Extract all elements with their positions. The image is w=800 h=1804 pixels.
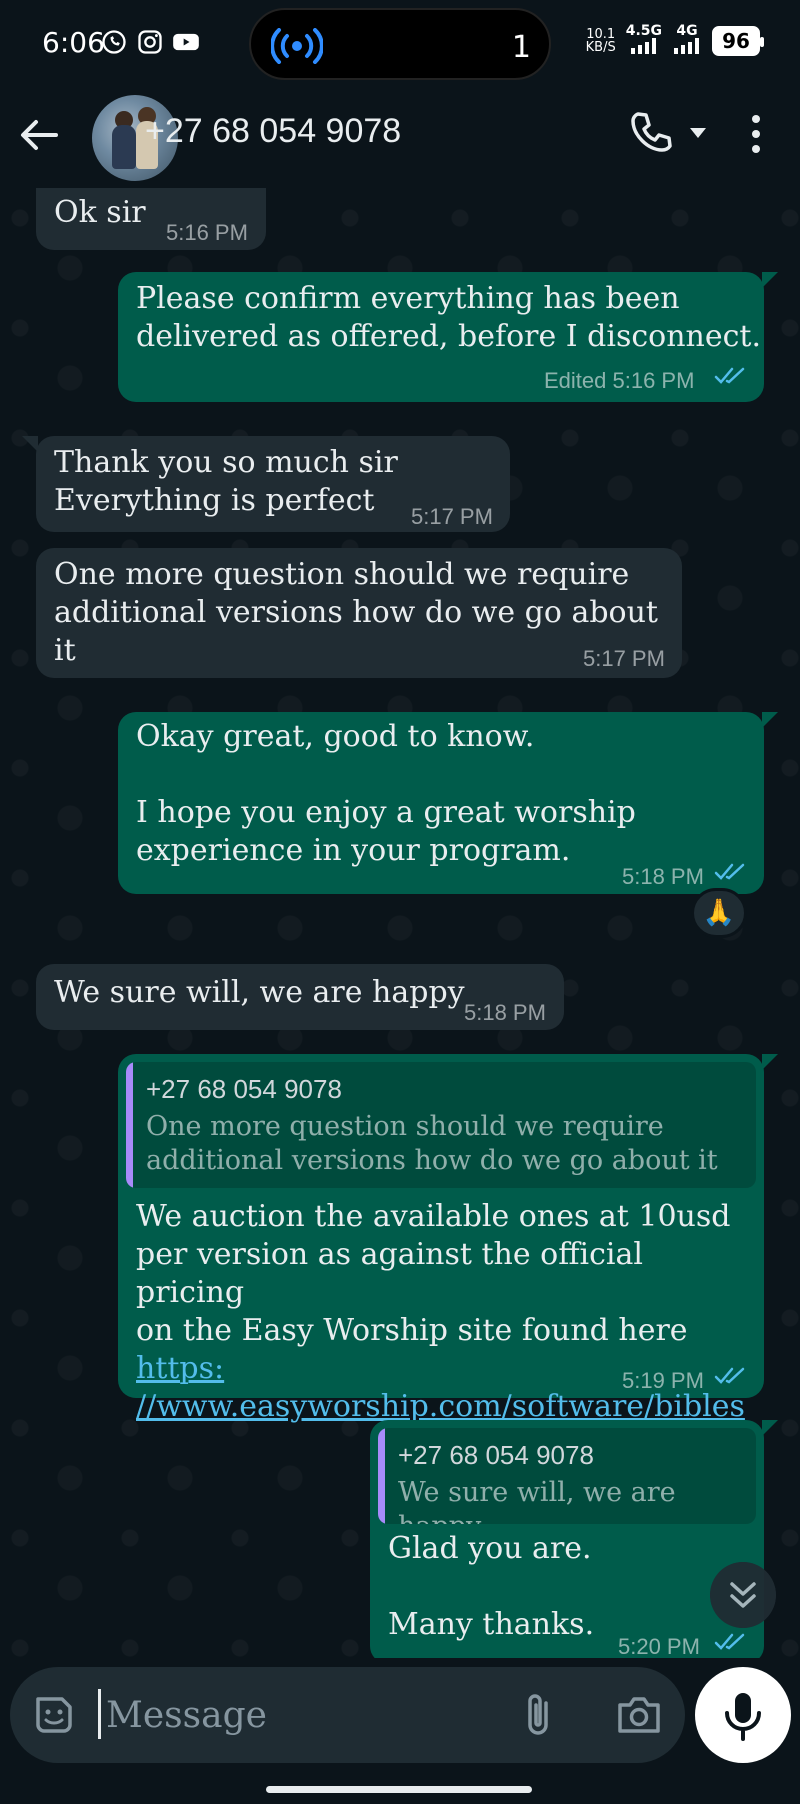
- more-vert-icon[interactable]: [744, 112, 768, 156]
- net-speed: 10.1 KB/S: [586, 28, 616, 54]
- back-arrow-icon[interactable]: [14, 110, 64, 160]
- notification-icons: [100, 28, 200, 56]
- chevron-down-icon[interactable]: [688, 126, 708, 140]
- camera-icon[interactable]: [616, 1693, 662, 1737]
- message-composer[interactable]: [10, 1667, 685, 1763]
- net-speed-unit: KB/S: [585, 39, 616, 55]
- message-time: 5:17 PM: [583, 646, 665, 671]
- message-time: 5:20 PM: [618, 1634, 700, 1658]
- message-incoming[interactable]: We sure will, we are happy 5:18 PM: [36, 964, 564, 1030]
- system-status: 10.1 KB/S 4.5G 4G 96: [586, 24, 764, 57]
- island-count: 1: [511, 30, 531, 65]
- message-link[interactable]: https:: [136, 1351, 224, 1386]
- message-text: Okay great, good to know. I hope you enj…: [136, 719, 636, 868]
- text-caret: [98, 1689, 101, 1739]
- chat-header: +27 68 054 9078: [0, 88, 800, 188]
- phone-icon[interactable]: [625, 108, 675, 158]
- quote-bar: [126, 1062, 133, 1188]
- message-text: Please confirm everything has been deliv…: [136, 281, 761, 354]
- quote-author: +27 68 054 9078: [398, 1440, 594, 1470]
- message-outgoing[interactable]: Okay great, good to know. I hope you enj…: [118, 712, 778, 894]
- message-time: 5:16 PM: [166, 220, 248, 245]
- sticker-icon[interactable]: [32, 1693, 76, 1737]
- contact-name[interactable]: +27 68 054 9078: [145, 112, 401, 151]
- message-text: We sure will, we are happy: [54, 975, 465, 1010]
- scroll-to-bottom-icon[interactable]: [710, 1562, 776, 1628]
- message-outgoing[interactable]: +27 68 054 9078 We sure will, we are hap…: [370, 1420, 778, 1658]
- broadcast-icon: [271, 28, 323, 64]
- read-ticks-icon: [714, 1367, 745, 1384]
- quoted-message[interactable]: +27 68 054 9078 One more question should…: [126, 1062, 756, 1188]
- read-ticks-icon: [714, 1633, 745, 1650]
- signal-2: 4G: [672, 24, 702, 57]
- signal-1: 4.5G: [626, 24, 662, 57]
- quote-author: +27 68 054 9078: [146, 1074, 342, 1104]
- gesture-bar: [0, 1776, 800, 1804]
- status-bar: 6:06 1 10.1 KB/S 4.5G 4G 96: [0, 0, 800, 88]
- quoted-message[interactable]: +27 68 054 9078 We sure will, we are hap…: [378, 1428, 756, 1524]
- signal-bars-icon: [674, 38, 699, 54]
- message-time: 5:17 PM: [411, 504, 493, 529]
- quote-text: We sure will, we are happy: [398, 1477, 676, 1524]
- paperclip-icon[interactable]: [520, 1691, 560, 1739]
- youtube-icon: [173, 33, 199, 51]
- message-body: We auction the available ones at 10usd p…: [136, 1199, 731, 1348]
- whatsapp-icon: [102, 30, 126, 54]
- quote-bar: [378, 1428, 385, 1524]
- home-handle[interactable]: [266, 1786, 532, 1793]
- message-outgoing[interactable]: Please confirm everything has been deliv…: [118, 272, 778, 402]
- message-text: Thank you so much sir Everything is perf…: [54, 445, 398, 518]
- read-ticks-icon: [714, 863, 745, 880]
- quote-text: One more question should we require addi…: [146, 1111, 718, 1176]
- mic-icon: [725, 1693, 761, 1741]
- message-time: 5:18 PM: [622, 864, 704, 889]
- message-text: Glad you are. Many thanks.: [388, 1531, 595, 1642]
- read-ticks-icon: [714, 367, 745, 384]
- reaction-badge[interactable]: 🙏: [691, 888, 747, 938]
- net-speed-value: 10.1: [586, 26, 616, 42]
- dynamic-island[interactable]: 1: [249, 8, 551, 80]
- clock: 6:06: [42, 26, 105, 59]
- network-type-2: 4G: [676, 23, 698, 39]
- message-input[interactable]: [106, 1681, 496, 1749]
- message-time: 5:18 PM: [464, 1000, 546, 1025]
- battery-indicator: 96: [712, 25, 764, 56]
- signal-bars-icon: [630, 38, 656, 54]
- message-text: Ok sir: [54, 195, 146, 230]
- message-time: Edited 5:16 PM: [544, 368, 695, 393]
- network-type-1: 4.5G: [625, 23, 662, 39]
- message-incoming[interactable]: Thank you so much sir Everything is perf…: [22, 436, 510, 532]
- message-outgoing[interactable]: +27 68 054 9078 One more question should…: [118, 1054, 778, 1424]
- voice-record-button[interactable]: [695, 1667, 791, 1763]
- message-incoming[interactable]: One more question should we require addi…: [36, 548, 682, 678]
- message-time: 5:19 PM: [622, 1368, 704, 1393]
- message-incoming[interactable]: Ok sir 5:16 PM: [36, 188, 266, 250]
- message-list[interactable]: Ok sir 5:16 PM Please confirm everything…: [0, 188, 800, 1658]
- instagram-icon: [138, 30, 162, 54]
